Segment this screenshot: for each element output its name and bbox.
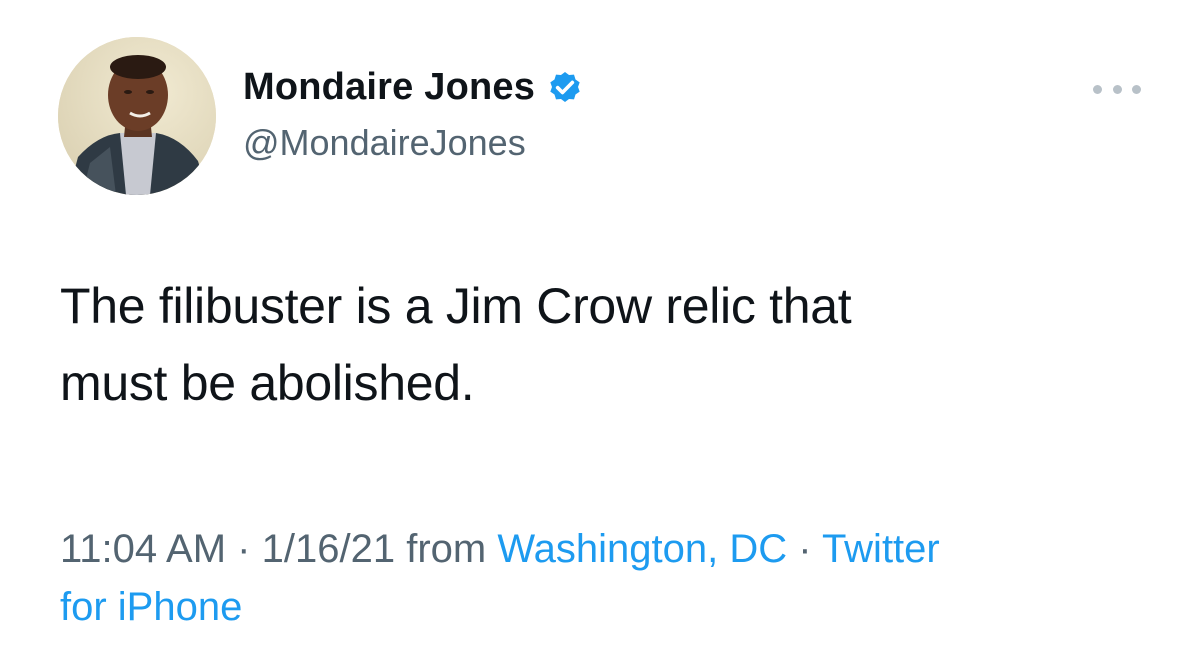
tweet-date[interactable]: 1/16/21 (262, 527, 395, 571)
avatar-photo (58, 37, 216, 195)
location-link[interactable]: Washington, DC (497, 527, 787, 571)
source-link[interactable]: Twitter (822, 527, 940, 571)
more-options-icon[interactable] (1093, 79, 1141, 99)
separator: · (237, 527, 251, 571)
tweet-text: The filibuster is a Jim Crow relic that … (60, 268, 1140, 422)
tweet-text-line: must be abolished. (60, 355, 475, 411)
tweet-text-line: The filibuster is a Jim Crow relic that (60, 278, 852, 334)
more-dot (1132, 84, 1141, 94)
metadata-line-1: 11:04 AM · 1/16/21 from Washington, DC ·… (60, 520, 1140, 578)
user-name-row[interactable]: Mondaire Jones (243, 64, 585, 110)
metadata-line-2: for iPhone (60, 578, 1140, 636)
source-link-continued[interactable]: for iPhone (60, 585, 242, 629)
user-handle[interactable]: @MondaireJones (243, 122, 526, 164)
tweet-time[interactable]: 11:04 AM (60, 527, 226, 571)
separator: · (798, 527, 812, 571)
tweet-metadata: 11:04 AM · 1/16/21 from Washington, DC ·… (60, 520, 1140, 636)
more-dot (1112, 84, 1122, 94)
more-dot (1093, 84, 1102, 94)
avatar[interactable] (58, 37, 216, 195)
verified-badge-icon (545, 67, 585, 107)
from-label: from (406, 527, 487, 571)
display-name[interactable]: Mondaire Jones (243, 66, 535, 109)
